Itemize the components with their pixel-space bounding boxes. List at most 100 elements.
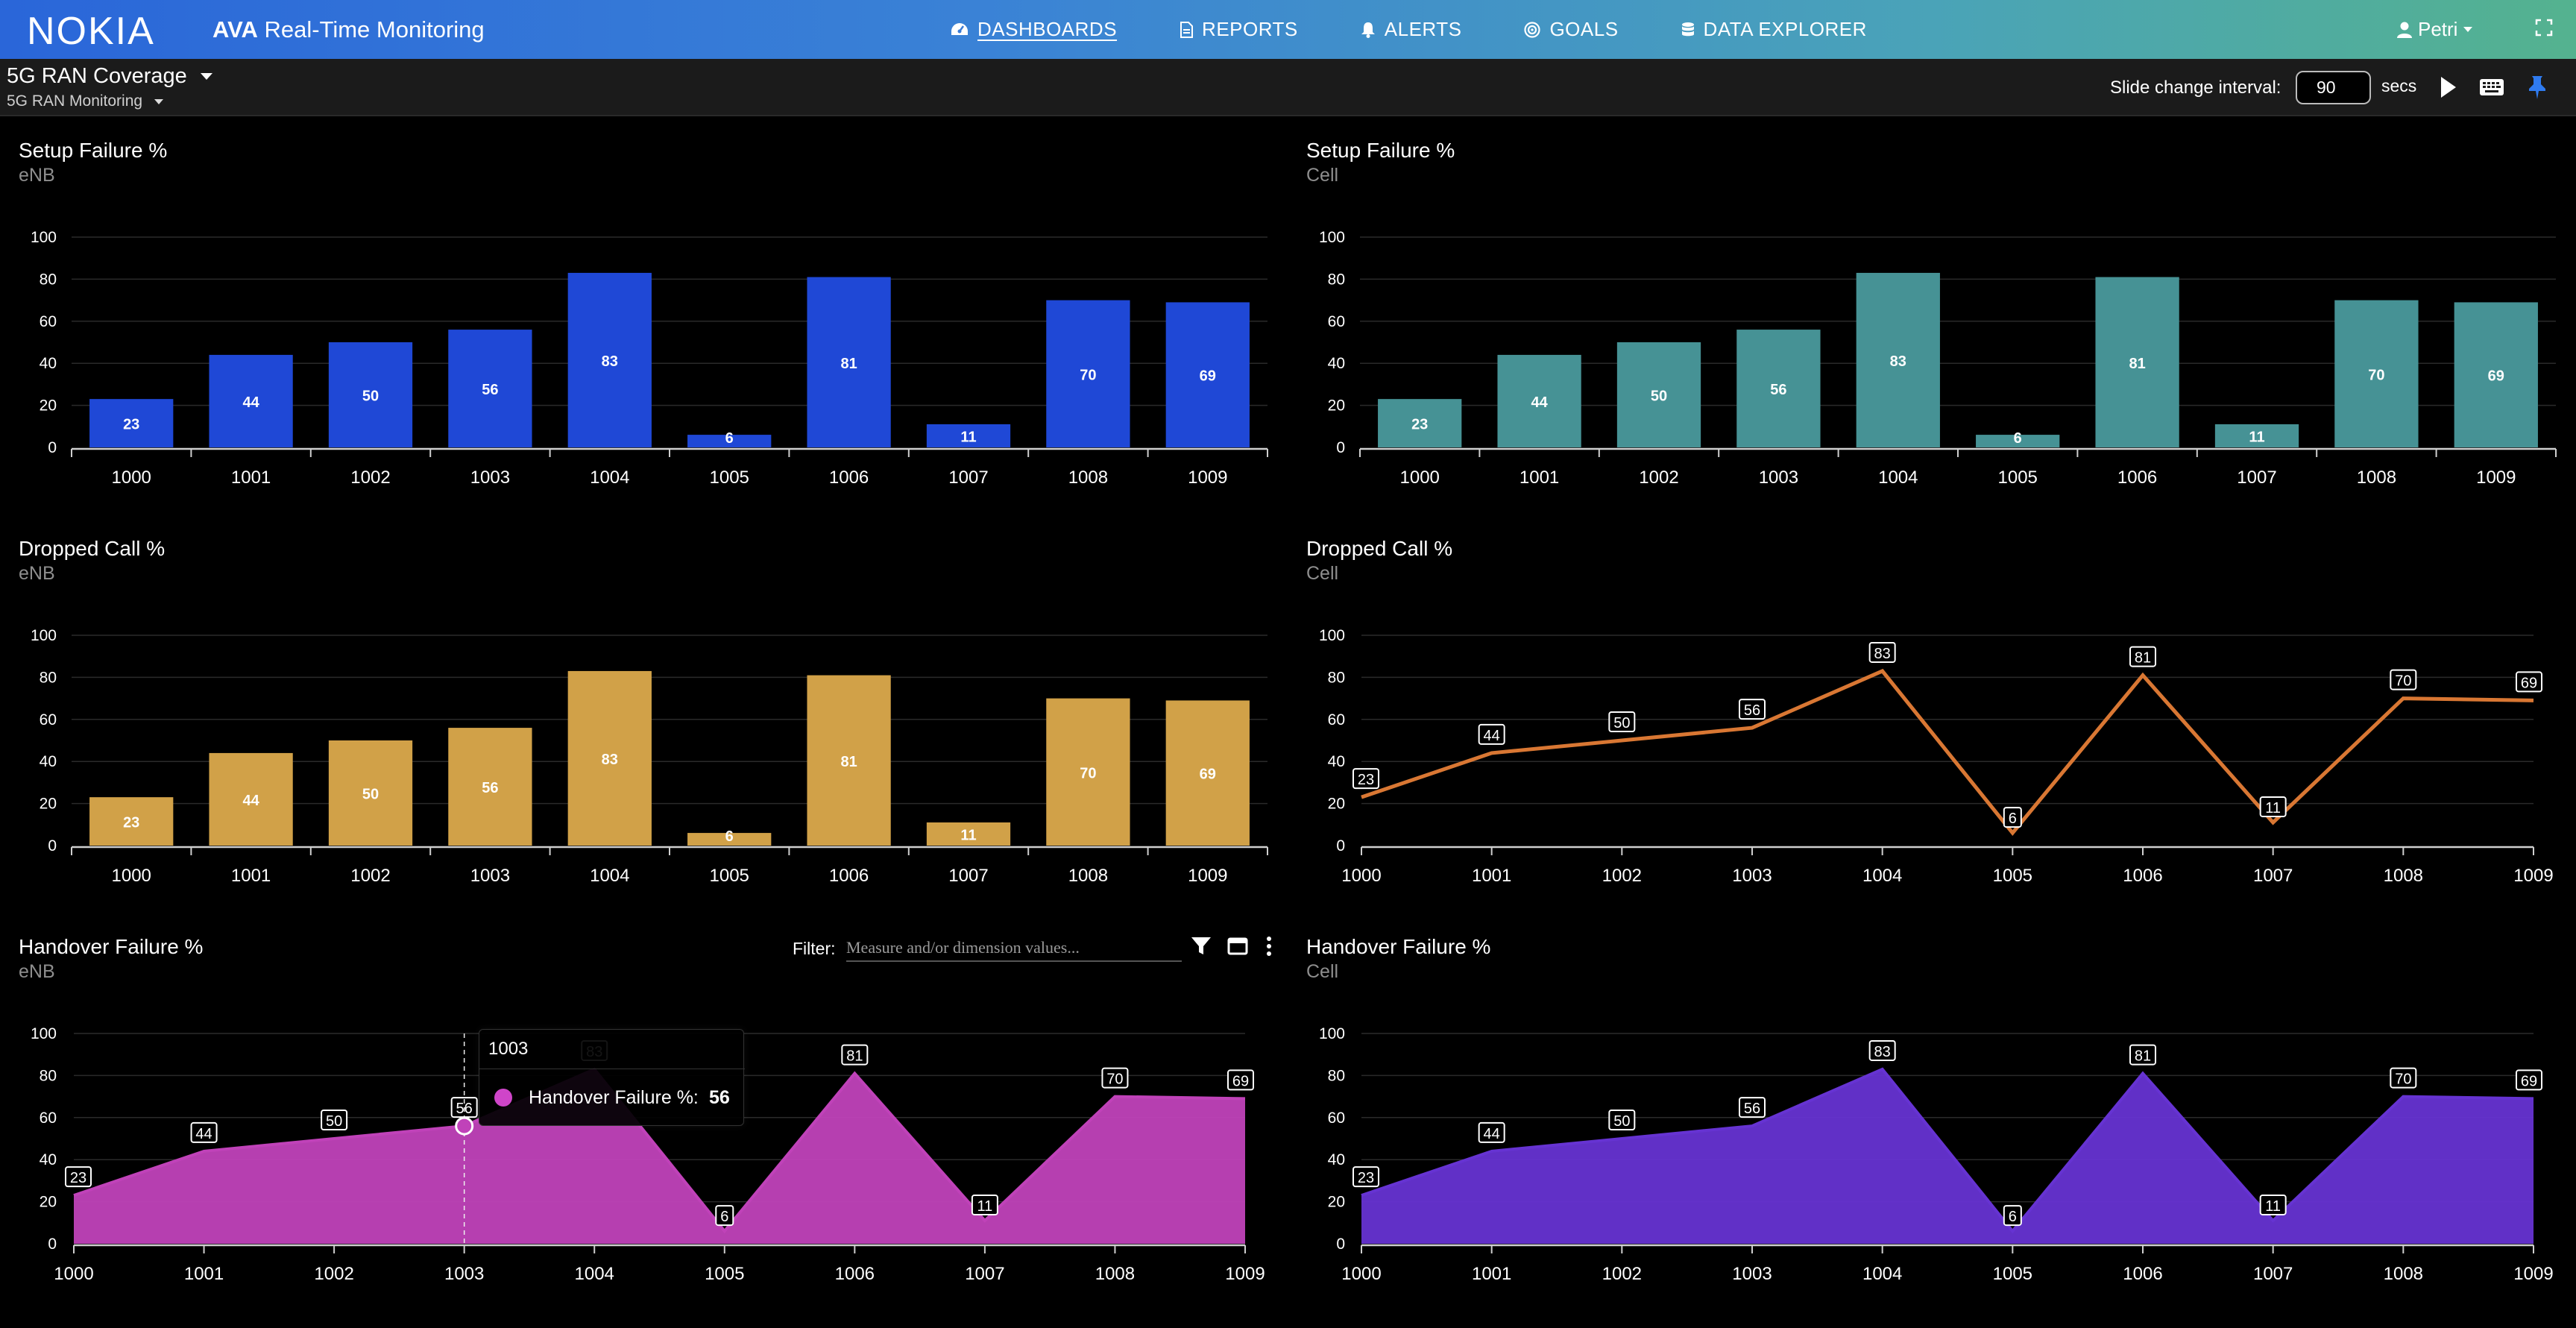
nav-goals[interactable]: GOALS (1524, 18, 1618, 41)
nav-alerts[interactable]: ALERTS (1361, 18, 1462, 41)
x-tick-label: 1004 (1862, 1264, 1902, 1284)
x-tick-label: 1005 (705, 1264, 744, 1284)
point-value-label-group: 23 (65, 1166, 92, 1188)
x-tick-label: 1009 (2476, 468, 2516, 488)
x-tick-label: 1007 (948, 866, 988, 886)
nav-data-explorer[interactable]: DATA EXPLORER (1681, 18, 1867, 41)
point-value-label-box (1608, 711, 1636, 732)
x-tick-label: 1006 (2123, 1264, 2162, 1284)
point-value-label: 70 (1106, 1071, 1123, 1088)
more-vertical-icon[interactable] (1265, 936, 1273, 960)
x-tick-label: 1007 (2253, 1264, 2293, 1284)
x-tick-label: 1007 (2253, 866, 2293, 886)
x-tick-label: 1001 (1472, 866, 1511, 886)
point-value-label: 56 (1744, 1101, 1760, 1117)
x-tick-label: 1003 (444, 1264, 484, 1284)
bar-value-label: 50 (362, 388, 379, 405)
play-icon[interactable] (2439, 75, 2458, 104)
bar (1497, 354, 1581, 447)
x-tick-label: 1008 (1068, 468, 1108, 488)
pin-icon[interactable] (2528, 75, 2547, 104)
bar-value-label: 56 (1770, 382, 1786, 398)
user-menu[interactable]: Petri (2397, 18, 2473, 41)
slide-interval-input[interactable] (2296, 71, 2371, 104)
x-tick-label: 1002 (1602, 866, 1642, 886)
point-value-label: 70 (2395, 673, 2411, 690)
bar-value-label: 44 (1531, 394, 1548, 411)
y-tick-label: 20 (1328, 397, 1345, 415)
point-value-label: 50 (1613, 715, 1630, 731)
point-value-label: 11 (2265, 800, 2281, 816)
filter-input[interactable] (846, 935, 1182, 962)
point-value-label-box (1868, 641, 1896, 663)
point-value-label-group: 81 (2129, 1044, 2156, 1066)
y-tick-label: 0 (48, 837, 57, 855)
tooltip-series-label: Handover Failure %: (529, 1087, 699, 1108)
y-tick-label: 60 (1328, 313, 1345, 330)
y-tick-label: 0 (1336, 439, 1345, 456)
panel-title-handover-cell: Handover Failure % (1306, 935, 1491, 958)
bar-value-label: 81 (840, 754, 857, 770)
x-tick-label: 1001 (1472, 1264, 1511, 1284)
dashboard-selector[interactable]: 5G RAN Coverage (7, 64, 212, 89)
bar-value-label: 70 (2368, 367, 2384, 383)
point-value-label-group: 69 (1227, 1069, 1254, 1091)
nav-reports[interactable]: REPORTS (1180, 18, 1298, 41)
bar-value-label: 69 (2488, 368, 2504, 385)
top-navigation-bar: NOKIA AVA Real-Time Monitoring DASHBOARD… (0, 0, 2576, 59)
bar (448, 330, 532, 447)
point-value-label-group: 44 (190, 1121, 218, 1143)
point-value-label-group: 83 (1868, 1039, 1896, 1061)
point-value-label-group: 44 (1478, 1121, 1505, 1143)
bar (687, 435, 772, 447)
nav-dashboards[interactable]: DASHBOARDS (951, 18, 1117, 41)
nokia-logo[interactable]: NOKIA (27, 12, 176, 48)
y-tick-label: 0 (1336, 837, 1345, 855)
x-tick-label: 1003 (1732, 1264, 1772, 1284)
x-tick-label: 1002 (1602, 1264, 1642, 1284)
y-tick-label: 40 (40, 1151, 57, 1168)
x-tick-label: 1008 (2357, 468, 2396, 488)
bar (209, 354, 293, 447)
x-tick-label: 1000 (112, 468, 151, 488)
point-value-label-box (2003, 1205, 2022, 1227)
y-tick-label: 80 (1328, 1067, 1345, 1084)
x-tick-label: 1008 (2384, 1264, 2423, 1284)
point-value-label-box (1608, 1110, 1636, 1130)
bar (328, 740, 413, 846)
x-tick-label: 1009 (2513, 866, 2553, 886)
report-icon (1180, 21, 1194, 38)
point-value-label: 44 (1484, 728, 1500, 744)
y-tick-label: 100 (31, 627, 57, 644)
window-icon[interactable] (1227, 936, 1248, 960)
bar-value-label: 6 (2014, 430, 2022, 447)
panel-title-handover-enb: Handover Failure % (19, 935, 204, 958)
point-value-label-group: 56 (1739, 1097, 1766, 1118)
keyboard-icon[interactable] (2479, 78, 2504, 101)
fullscreen-icon[interactable] (2535, 19, 2553, 40)
y-tick-label: 100 (31, 229, 57, 246)
filter-icon[interactable] (1191, 936, 1212, 960)
bar-value-label: 11 (960, 827, 976, 843)
point-value-label-box (190, 1121, 218, 1143)
bar-value-label: 50 (1651, 388, 1667, 405)
bar (1165, 302, 1250, 447)
bar-value-label: 83 (602, 752, 618, 768)
x-tick-label: 1002 (350, 866, 390, 886)
point-value-label-box (1101, 1067, 1129, 1089)
dashboard-group-selector[interactable]: 5G RAN Monitoring (7, 92, 164, 110)
x-tick-label: 1002 (1639, 468, 1678, 488)
y-tick-label: 100 (1319, 1025, 1345, 1042)
y-tick-label: 100 (31, 1025, 57, 1042)
user-icon (2397, 22, 2412, 38)
database-icon (1681, 22, 1695, 38)
point-value-label-box (2003, 807, 2022, 828)
svg-text:NOKIA: NOKIA (27, 12, 155, 48)
x-tick-label: 1009 (1188, 468, 1227, 488)
point-value-label: 70 (2395, 1071, 2411, 1088)
area-fill (1361, 1069, 2534, 1244)
point-value-label-group: 56 (450, 1097, 478, 1118)
bar (2214, 424, 2299, 447)
x-tick-label: 1006 (829, 468, 869, 488)
x-tick-label: 1000 (1400, 468, 1440, 488)
